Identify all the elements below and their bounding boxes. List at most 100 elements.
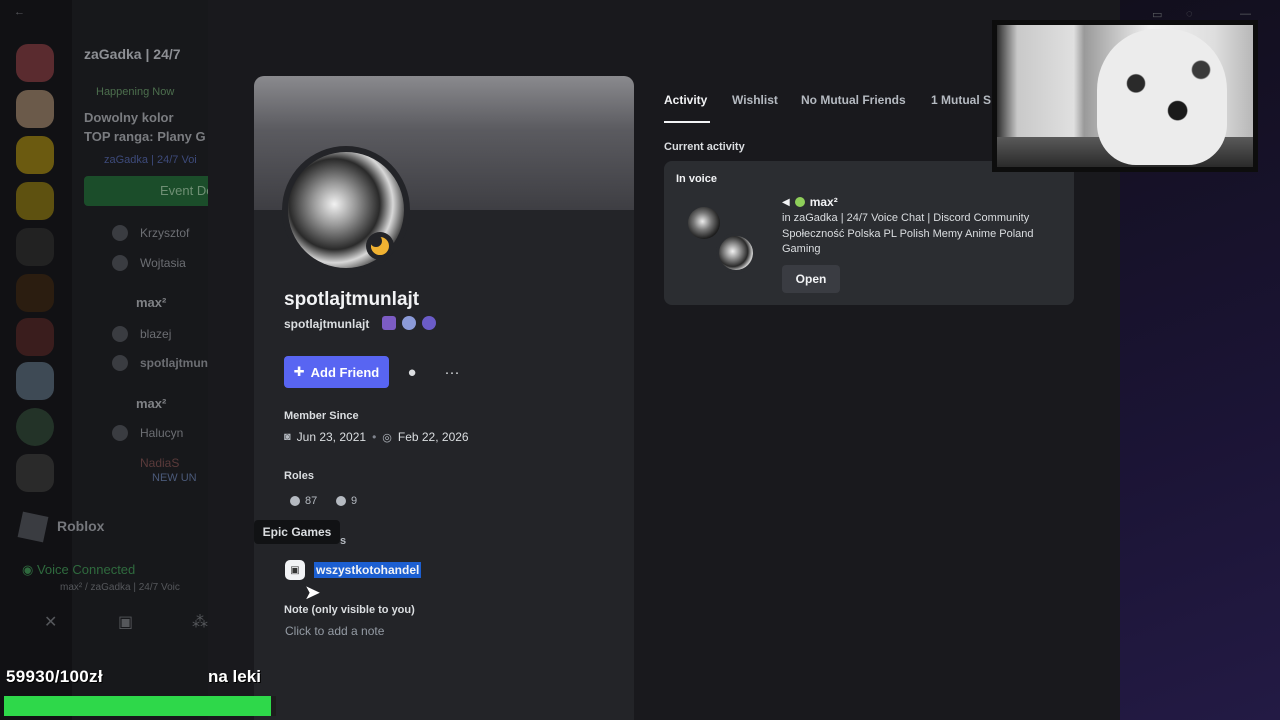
epic-games-icon[interactable]: ▣ (285, 560, 305, 580)
connections-label: s (340, 535, 347, 547)
active-tab-indicator (664, 121, 710, 123)
role-name: 9 (351, 495, 358, 507)
server-icon[interactable] (16, 318, 54, 356)
note-input[interactable]: Click to add a note (285, 624, 384, 638)
hypesquad-badge-icon[interactable] (382, 316, 396, 330)
event-title-2: TOP ranga: Plany G (84, 129, 206, 144)
server-title[interactable]: zaGadka | 24/7 (84, 46, 181, 62)
more-icon: ··· (444, 363, 460, 381)
avatar (112, 355, 128, 371)
minimize-icon[interactable]: — (1240, 8, 1251, 20)
server-icon[interactable] (16, 90, 54, 128)
server-list (0, 0, 72, 720)
voice-connected-sub[interactable]: max² / zaGadka | 24/7 Voic (60, 582, 180, 593)
server-icon[interactable] (16, 454, 54, 492)
tab-mutual-friends[interactable]: No Mutual Friends (801, 93, 906, 107)
discord-join-date: Jun 23, 2021 (296, 430, 367, 444)
add-friend-button[interactable]: ✚ Add Friend (284, 356, 389, 388)
webcam-dog (1097, 29, 1227, 165)
discord-logo-icon: ◙ (284, 431, 291, 443)
boost-badge-icon[interactable] (402, 316, 416, 330)
new-unreads-label[interactable]: NEW UN (152, 472, 197, 484)
voice-activity-card: In voice ◀ max² in zaGadka | 24/7 Voice … (664, 161, 1074, 305)
avatar (112, 225, 128, 241)
idle-status-icon (366, 232, 394, 260)
tab-wishlist[interactable]: Wishlist (732, 93, 778, 107)
screen: zaGadka | 24/7 Happening Now Dowolny kol… (0, 0, 1280, 720)
role-name: 87 (305, 495, 318, 507)
connection-username[interactable]: wszystkotohandel (314, 562, 422, 578)
event-title-1: Dowolny kolor (84, 110, 174, 125)
camera-off-icon[interactable]: ✕ (44, 612, 57, 632)
voice-channel-header: ◀ max² (782, 195, 838, 209)
chat-bubble-icon: ● (407, 363, 417, 381)
avatar (688, 207, 720, 239)
voice-connected-status: ◉ Voice Connected (22, 562, 135, 578)
current-activity-label: Current activity (664, 141, 745, 153)
server-icon[interactable] (16, 44, 54, 82)
avatar (112, 326, 128, 342)
note-label: Note (only visible to you) (284, 604, 415, 616)
server-icon[interactable] (16, 182, 54, 220)
role-pill[interactable]: 9 (336, 492, 357, 510)
role-color-dot (290, 496, 300, 506)
username: spotlajtmunlajt (284, 317, 370, 331)
activities-icon[interactable]: ⁂ (192, 612, 208, 632)
voice-channel[interactable]: max² (136, 295, 166, 310)
voice-user[interactable]: Wojtasia (140, 256, 186, 270)
donation-counter: 59930/100zł (6, 667, 103, 686)
activity-name: Roblox (57, 518, 105, 534)
voice-channel-description: in zaGadka | 24/7 Voice Chat | Discord C… (782, 212, 1034, 255)
activity-roblox[interactable]: Roblox (17, 510, 208, 544)
avatar (112, 425, 128, 441)
avatar (112, 255, 128, 271)
display-name: spotlajtmunlajt (284, 289, 420, 310)
separator-dot: • (372, 430, 377, 444)
avatar (716, 233, 756, 273)
donation-progress-fill (4, 696, 271, 716)
tab-mutual-servers[interactable]: 1 Mutual S (931, 93, 991, 107)
role-color-dot (336, 496, 346, 506)
message-button[interactable]: ● (396, 356, 428, 388)
happening-now-label: Happening Now (96, 86, 175, 98)
member-since-label: Member Since (284, 410, 359, 422)
server-icon[interactable] (16, 136, 54, 174)
connection-tooltip: Epic Games (254, 520, 340, 544)
server-icon: ◎ (382, 431, 392, 444)
webcam-feed (997, 25, 1253, 167)
member-since-row: ◙ Jun 23, 2021 • ◎ Feb 22, 2026 (284, 430, 469, 444)
roblox-icon (17, 511, 49, 543)
back-arrow-icon[interactable]: ← (14, 6, 25, 18)
in-voice-label: In voice (676, 173, 717, 185)
webcam-overlay (992, 20, 1258, 172)
server-icon[interactable] (16, 362, 54, 400)
help-icon[interactable]: ◌ (1186, 8, 1193, 20)
add-user-icon: ✚ (293, 364, 305, 379)
voice-user[interactable]: blazej (140, 327, 171, 341)
quest-badge-icon[interactable] (422, 316, 436, 330)
speaker-icon: ◀ (782, 196, 790, 208)
voice-user[interactable]: NadiaS (140, 456, 179, 470)
voice-user[interactable]: Krzysztof (140, 226, 189, 240)
donation-goal-label: na leki (208, 667, 261, 686)
more-options-button[interactable]: ··· (436, 356, 468, 388)
screen-share-icon[interactable]: ▣ (118, 612, 133, 632)
channel-sidebar: zaGadka | 24/7 Happening Now Dowolny kol… (72, 0, 208, 720)
tab-activity[interactable]: Activity (664, 93, 707, 107)
donation-progress-bar (4, 696, 276, 716)
server-icon[interactable] (16, 408, 54, 446)
voice-user[interactable]: spotlajtmun (140, 356, 208, 370)
voice-user[interactable]: Halucyn (140, 426, 183, 440)
signal-icon: ◉ (22, 562, 37, 577)
mouse-cursor-icon: ➤ (304, 582, 321, 604)
add-friend-label: Add Friend (310, 364, 380, 380)
server-icon[interactable] (16, 274, 54, 312)
role-pill[interactable]: 87 (290, 492, 317, 510)
event-details-button[interactable]: Event De (84, 176, 208, 206)
server-icon[interactable] (16, 228, 54, 266)
open-button[interactable]: Open (782, 265, 840, 293)
voice-channel[interactable]: max² (136, 396, 166, 411)
event-subtitle: zaGadka | 24/7 Voi (104, 154, 197, 166)
roles-label: Roles (284, 470, 314, 482)
channel-dot-icon (794, 197, 805, 207)
